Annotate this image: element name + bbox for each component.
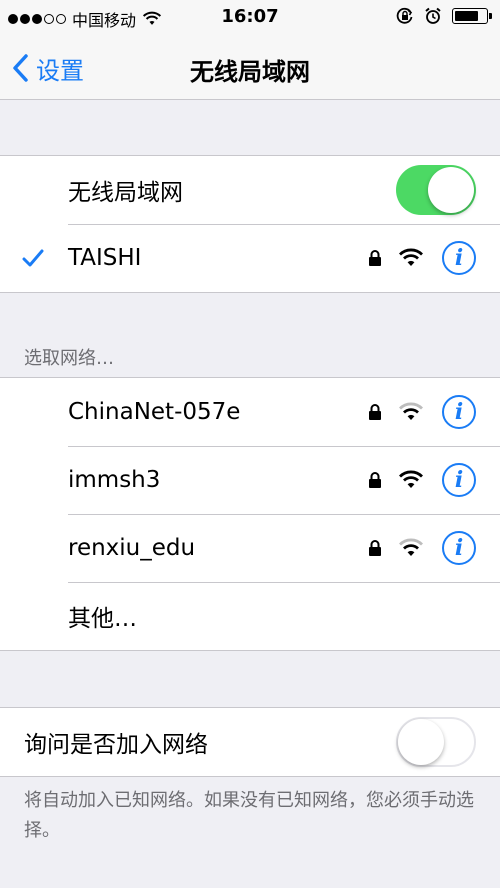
lock-icon — [369, 472, 381, 488]
network-icons: i — [368, 240, 476, 276]
ask-to-join-group: 询问是否加入网络 — [0, 707, 500, 777]
network-icons: i — [368, 530, 476, 566]
network-name: immsh3 — [68, 467, 161, 493]
info-button[interactable]: i — [442, 463, 476, 497]
info-button[interactable]: i — [442, 395, 476, 429]
status-bar: 中国移动 16:07 — [0, 0, 500, 36]
network-icons: i — [368, 462, 476, 498]
ask-to-join-row: 询问是否加入网络 — [0, 708, 500, 776]
wifi-toggle-switch[interactable] — [396, 165, 476, 215]
orientation-lock-icon — [396, 7, 413, 24]
wifi-signal-icon — [399, 470, 423, 488]
network-row[interactable]: ChinaNet-057e i — [0, 378, 500, 446]
status-right — [396, 7, 492, 25]
checkmark-icon — [22, 249, 44, 267]
battery-icon — [452, 8, 492, 24]
lock-icon — [369, 404, 381, 420]
lock-icon — [369, 540, 381, 556]
connected-network-row[interactable]: TAISHI i — [0, 224, 500, 292]
toggle-knob — [428, 167, 474, 213]
toggle-knob — [398, 719, 444, 765]
ask-to-join-toggle[interactable] — [396, 717, 476, 767]
other-network-row[interactable]: 其他… — [0, 582, 500, 650]
networks-group: ChinaNet-057e i immsh3 i renxiu_edu i 其他… — [0, 377, 500, 651]
wifi-toggle-row: 无线局域网 — [0, 156, 500, 224]
ask-to-join-label: 询问是否加入网络 — [24, 732, 208, 758]
wifi-signal-weak-icon — [399, 538, 423, 556]
network-row[interactable]: immsh3 i — [0, 446, 500, 514]
network-name: ChinaNet-057e — [68, 399, 241, 425]
page-title: 无线局域网 — [190, 58, 310, 86]
info-button[interactable]: i — [442, 531, 476, 565]
choose-network-header: 选取网络… — [24, 348, 114, 369]
wifi-signal-icon — [399, 248, 423, 266]
connected-network-name: TAISHI — [68, 245, 142, 271]
other-network-label: 其他… — [68, 606, 137, 632]
wifi-signal-weak-icon — [399, 402, 423, 420]
wifi-toggle-label: 无线局域网 — [68, 180, 183, 206]
network-name: renxiu_edu — [68, 535, 196, 561]
info-button[interactable]: i — [442, 241, 476, 275]
footer-note: 将自动加入已知网络。如果没有已知网络，您必须手动选择。 — [24, 790, 474, 841]
network-icons: i — [368, 394, 476, 430]
lock-icon — [369, 250, 381, 266]
wifi-group: 无线局域网 TAISHI i — [0, 155, 500, 293]
navigation-bar: 设置 无线局域网 — [0, 36, 500, 100]
alarm-icon — [425, 7, 441, 24]
network-row[interactable]: renxiu_edu i — [0, 514, 500, 582]
battery-fill — [455, 11, 478, 21]
